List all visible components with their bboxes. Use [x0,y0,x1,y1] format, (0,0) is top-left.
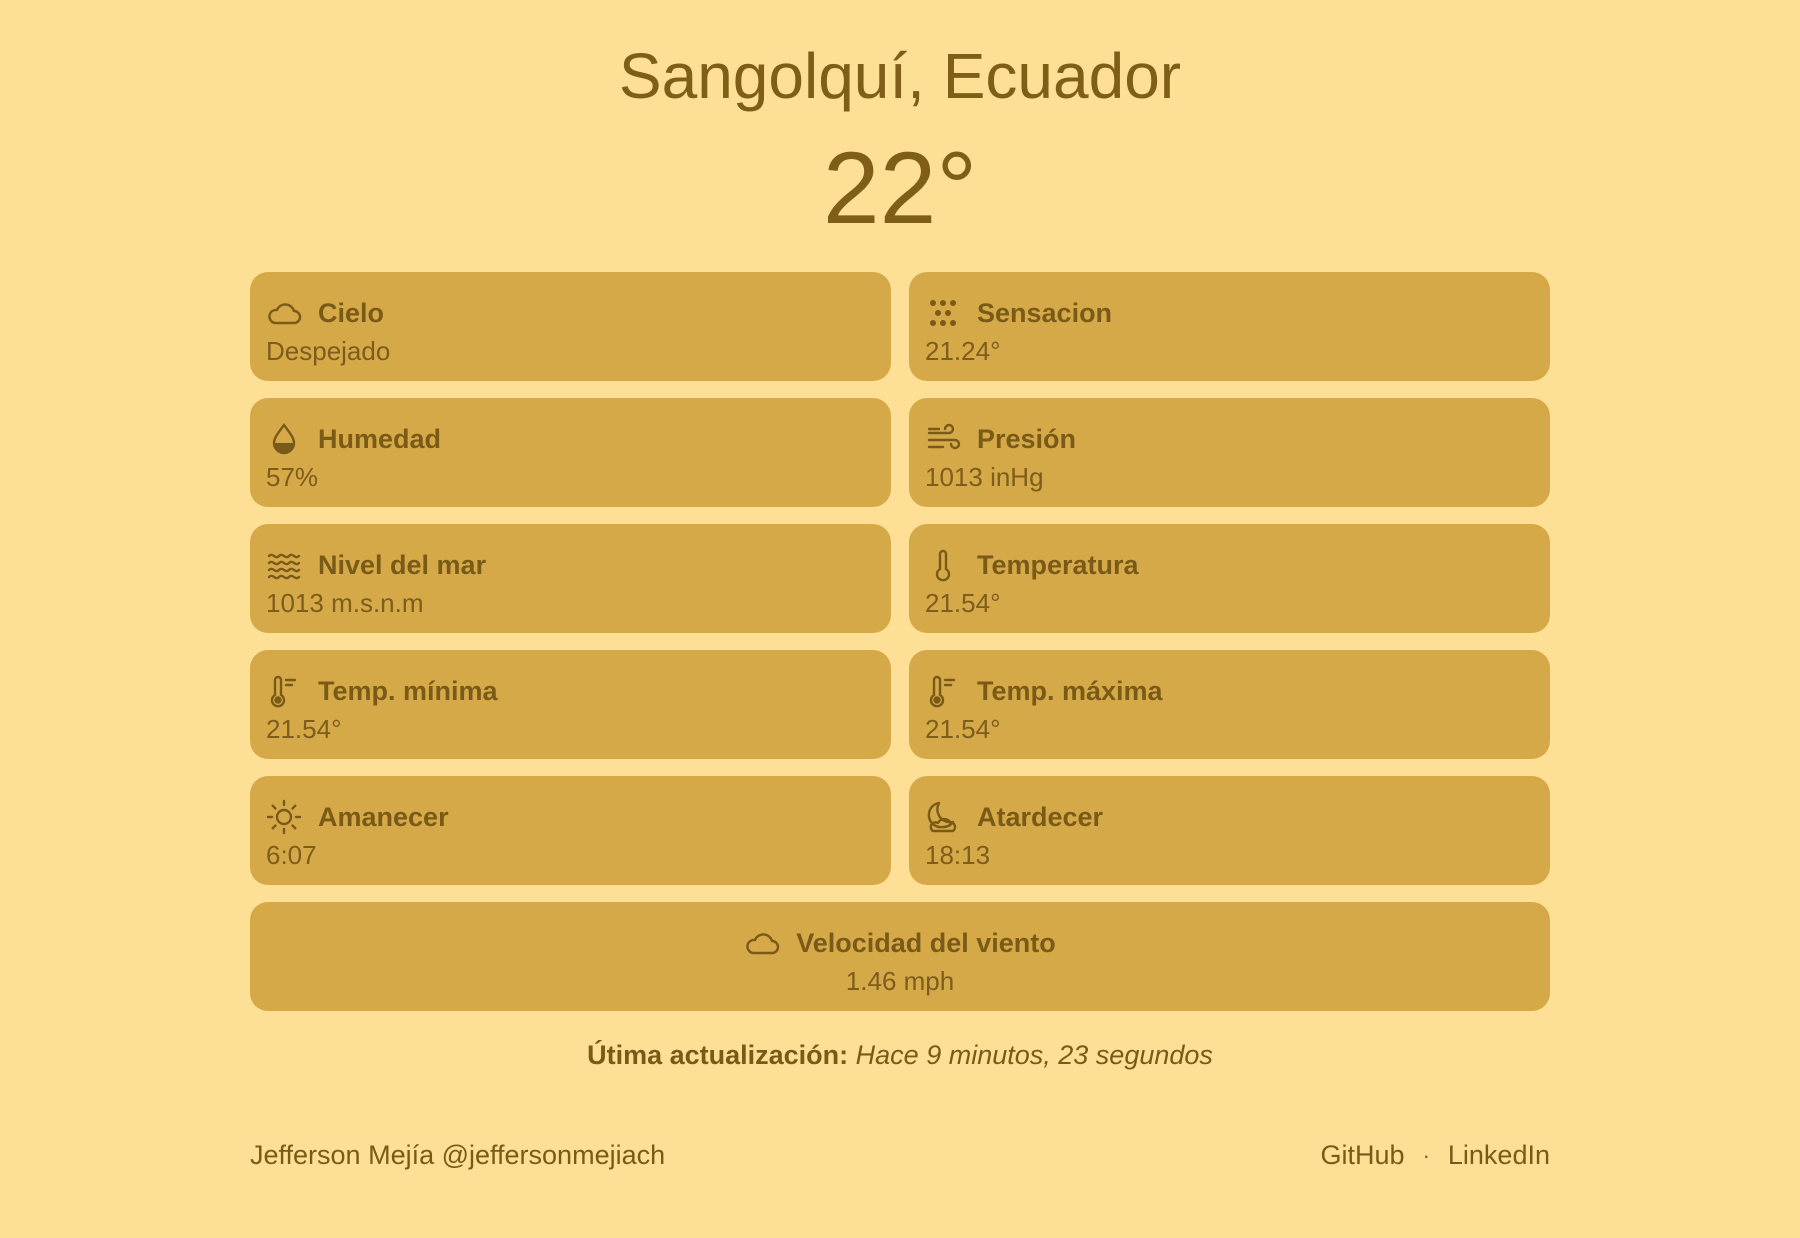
card-sunrise: Amanecer 6:07 [250,776,891,885]
sun-icon [266,798,304,836]
card-title: Nivel del mar [318,549,487,580]
card-title: Humedad [318,423,442,454]
thermometer-low-icon [266,672,304,710]
card-title: Temp. mínima [318,675,498,706]
card-value: 57% [266,462,319,492]
card-feels-like: Sensacion 21.24° [909,272,1550,381]
card-value: 21.54° [266,714,342,744]
last-updated-label: Útima actualización: [587,1040,849,1070]
card-value: 18:13 [925,840,991,870]
footer-author: Jefferson Mejía @jeffersonmejiach [250,1140,666,1170]
current-temperature: 22° [822,131,978,245]
card-wind-speed: Velocidad del viento 1.46 mph [250,902,1550,1011]
last-updated: Útima actualización: Hace 9 minutos, 23 … [0,1040,1800,1071]
footer-separator: · [1422,1142,1430,1168]
card-sea-level: Nivel del mar 1013 m.s.n.m [250,524,891,633]
card-humidity: Humedad 57% [250,398,891,507]
card-title: Amanecer [318,801,449,832]
card-value: 21.54° [925,588,1001,618]
card-temp-max: Temp. máxima 21.54° [909,650,1550,759]
thermometer-high-icon [925,672,963,710]
cloud-icon [744,924,782,962]
card-value: Despejado [266,336,391,366]
card-title: Cielo [318,297,385,328]
card-value: 21.24° [925,336,1001,366]
card-sky: Cielo Despejado [250,272,891,381]
last-updated-value: Hace 9 minutos, 23 segundos [855,1040,1213,1070]
card-value: 6:07 [266,840,317,870]
card-value: 1013 inHg [925,462,1044,492]
card-title: Temperatura [977,549,1139,580]
card-title: Sensacion [977,297,1113,328]
droplet-icon [266,420,304,458]
github-link[interactable]: GitHub [1321,1140,1405,1171]
weather-page: Sangolquí, Ecuador 22° Cielo Despejado S… [0,0,1800,1238]
card-title: Temp. máxima [977,675,1163,706]
card-value: 1013 m.s.n.m [266,588,424,618]
linkedin-link[interactable]: LinkedIn [1448,1140,1550,1171]
card-temperature: Temperatura 21.54° [909,524,1550,633]
wind-icon [925,420,963,458]
weather-grid: Cielo Despejado Sensacion 21.24° Humedad… [250,272,1550,1011]
footer-links: GitHub · LinkedIn [1321,1140,1550,1171]
card-sunset: Atardecer 18:13 [909,776,1550,885]
card-temp-min: Temp. mínima 21.54° [250,650,891,759]
card-pressure: Presión 1013 inHg [909,398,1550,507]
waves-icon [266,546,304,584]
cloud-icon [266,294,304,332]
moon-cloud-icon [925,798,963,836]
city-title: Sangolquí, Ecuador [618,40,1182,112]
card-title: Velocidad del viento [796,927,1056,958]
card-value: 1.46 mph [845,966,955,996]
card-title: Atardecer [977,801,1104,832]
card-title: Presión [977,423,1077,454]
thermometer-icon [925,546,963,584]
card-value: 21.54° [925,714,1001,744]
dots-icon [925,294,963,332]
